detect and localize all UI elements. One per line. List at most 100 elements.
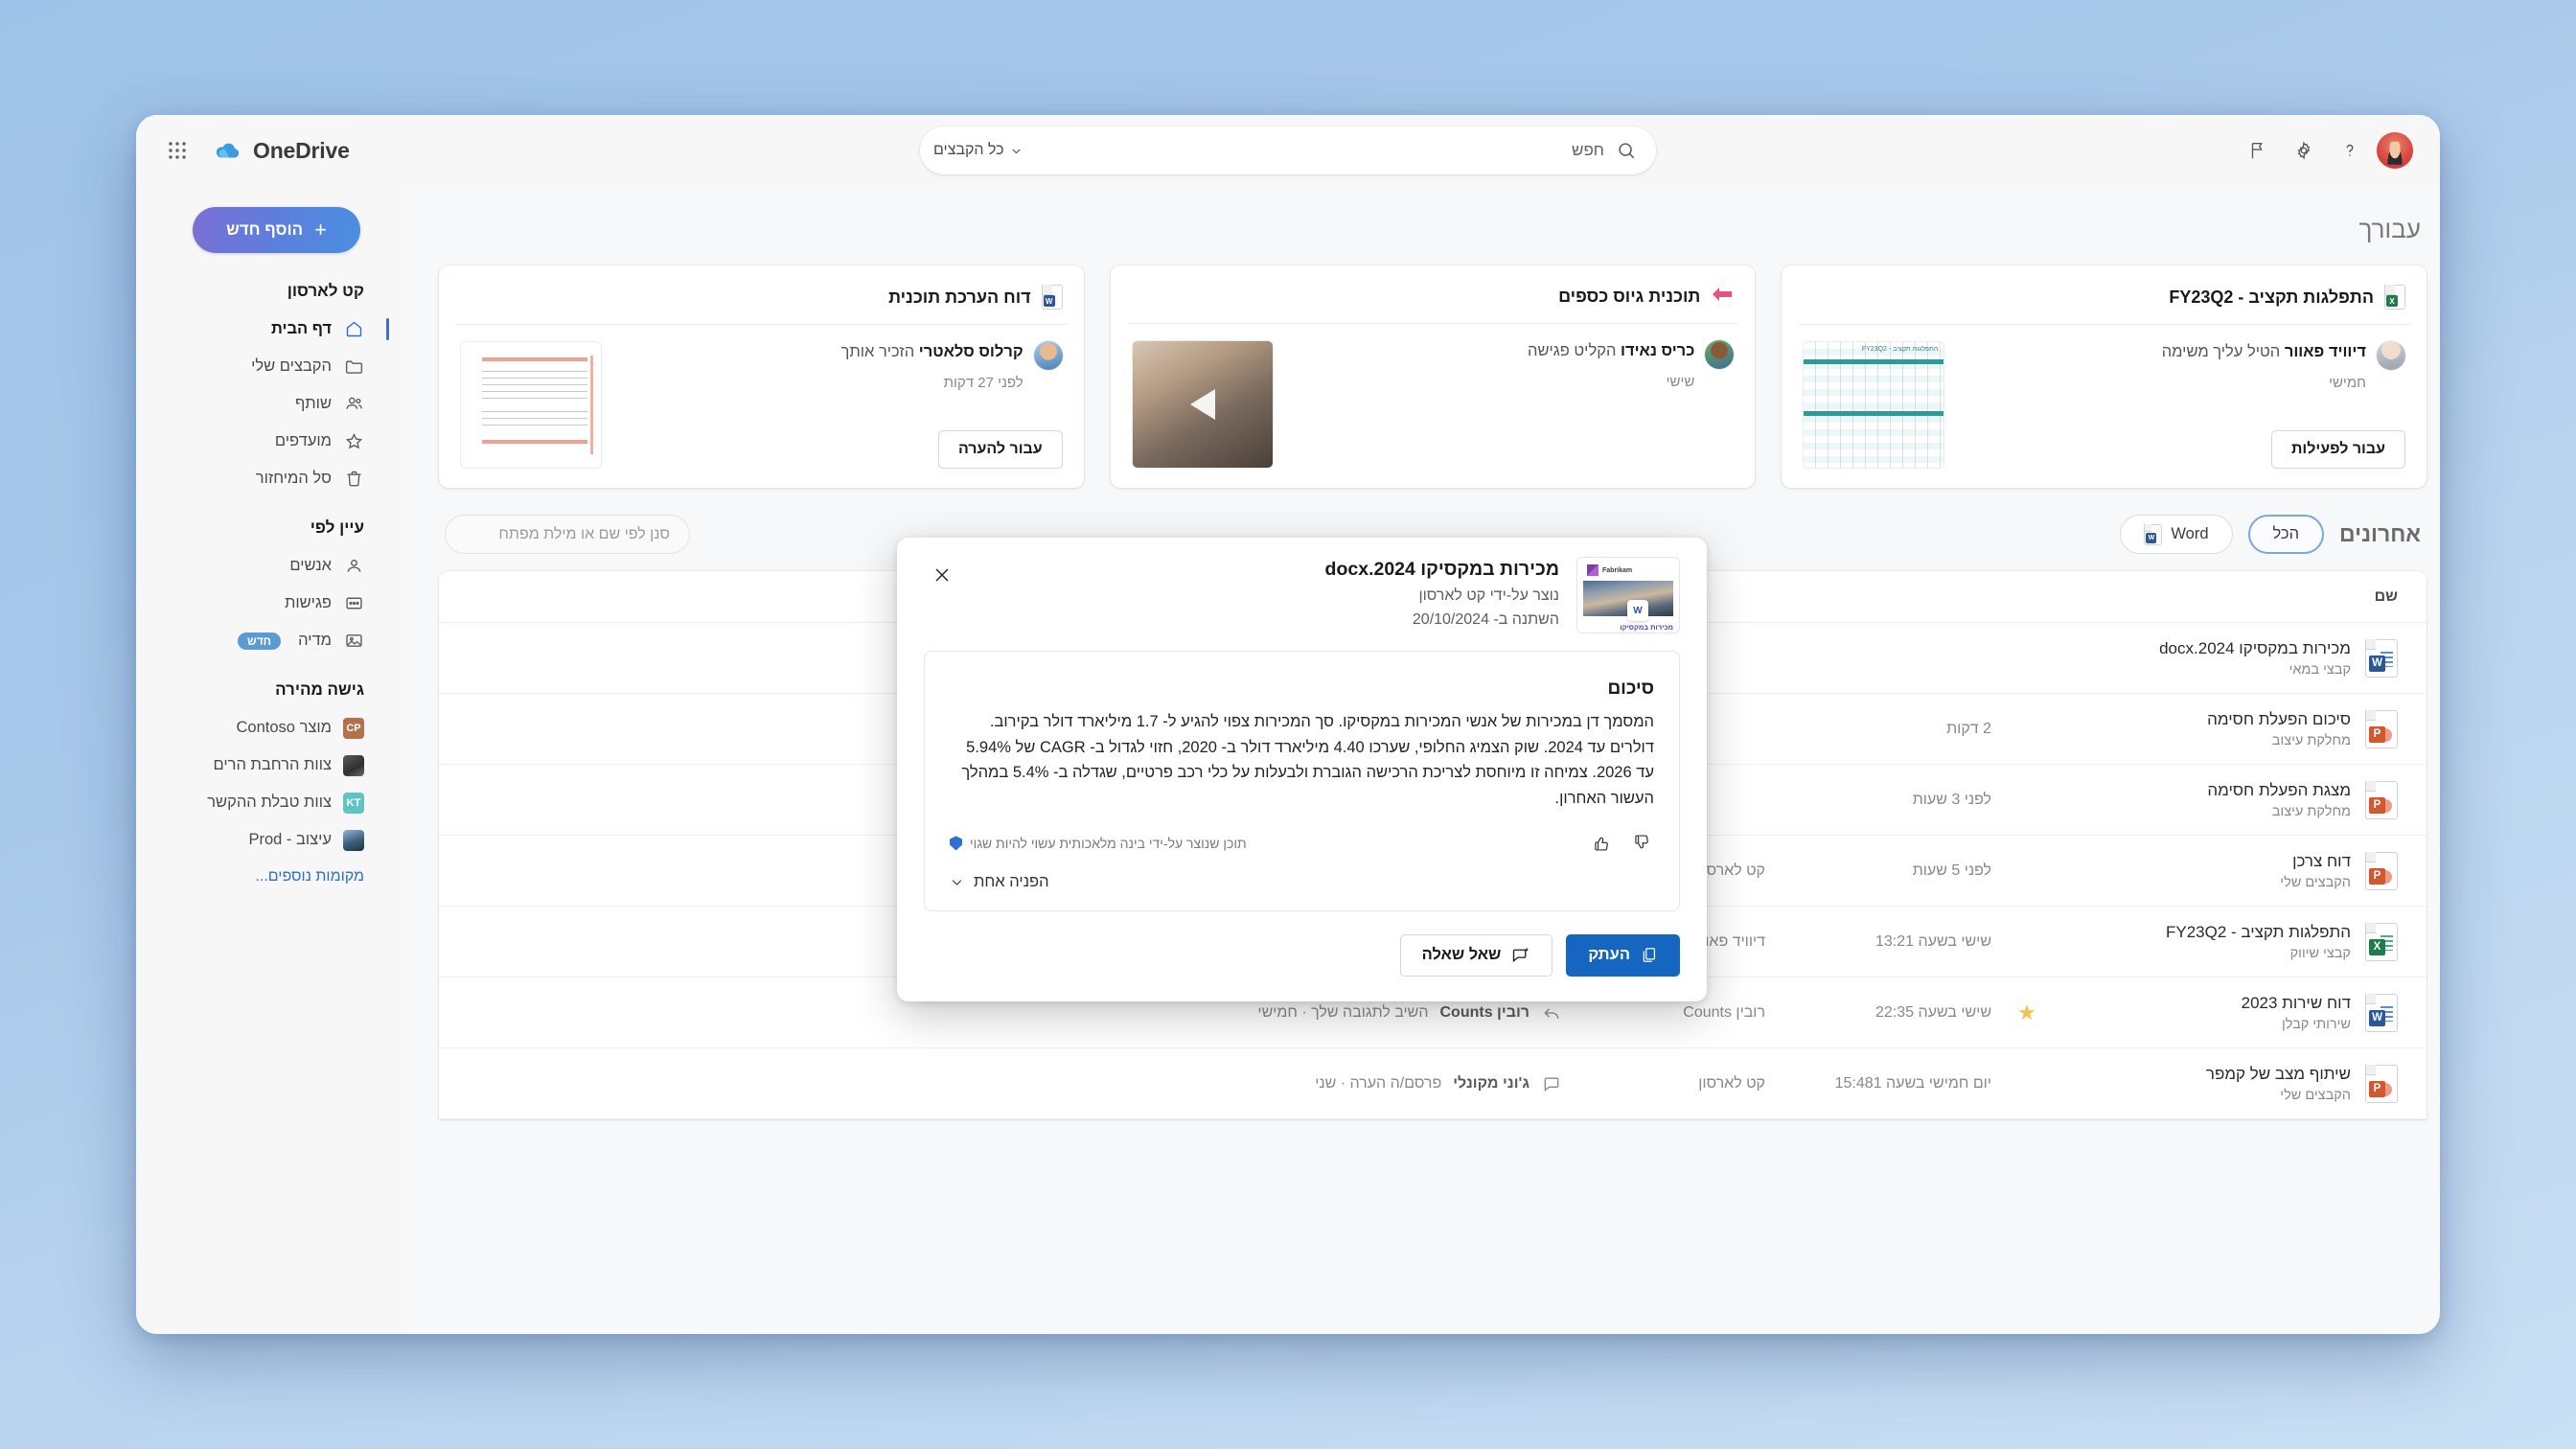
add-new-label: הוסף חדש (226, 220, 304, 239)
file-cell[interactable]: X התפלגות תקציב - FY23Q2 קבצי שיווק (2062, 922, 2398, 961)
search-icon (1616, 140, 1637, 161)
top-bar-left-controls (2239, 131, 2413, 170)
file-location: קבצי במאי (2288, 661, 2351, 678)
star-icon[interactable]: ★ (1991, 1000, 2062, 1025)
filter-input-wrapper[interactable] (445, 515, 690, 554)
gear-icon[interactable] (2285, 131, 2323, 170)
sidebar-item-media[interactable]: מדיה חדש (146, 622, 380, 659)
date-cell: לפני 3 שעות (1912, 791, 1991, 808)
ai-disclaimer: תוכן שנוצר על-ידי בינה מלאכותית עשוי להי… (950, 836, 1247, 851)
ask-label: שאל שאלה (1421, 946, 1502, 964)
site-tile-icon (343, 754, 364, 776)
card-body: דיוויד פאוור הטיל עליך משימה חמישי עבור … (1803, 325, 2405, 469)
file-name: התפלגות תקציב - FY23Q2 (2166, 923, 2351, 942)
sidebar-section-title: עיין לפי (310, 518, 364, 537)
column-header-name[interactable]: שם (2062, 588, 2398, 606)
play-icon[interactable] (1189, 389, 1215, 420)
file-thumbnail: Fabrikam W מכירות במקסיקו (1576, 557, 1680, 633)
thumbs-down-icon[interactable] (1629, 831, 1654, 856)
sidebar-item-people[interactable]: אנשים (146, 547, 380, 585)
video-preview-thumbnail[interactable] (1131, 340, 1274, 469)
document-preview-thumbnail[interactable] (459, 341, 602, 469)
sidebar-item-label: עיצוב - Prod (248, 831, 332, 848)
file-cell[interactable]: P מצגת הפעלת חסימה מחלקת עיצוב (2062, 780, 2398, 819)
dialog-actions: העתק שאל שאלה (924, 933, 1680, 977)
file-name: מצגת הפעלת חסימה (2207, 781, 2351, 800)
file-location: הקבצים שלי (2280, 874, 2351, 890)
status-badge-new: חדש (238, 632, 282, 650)
search-scope-dropdown[interactable]: כל הקבצים (933, 142, 1023, 159)
sidebar-item-recycle-bin[interactable]: סל המיחזור (146, 460, 380, 497)
powerpoint-icon: P (2365, 709, 2398, 748)
card-program-evaluation-report[interactable]: W דוח הערכת תוכנית קרלוס סלאטרי הזכיר או… (438, 265, 1084, 488)
site-tile-icon: CP (343, 717, 364, 739)
sidebar-item-label: צוות טבלת ההקשר (207, 794, 332, 811)
avatar[interactable] (2377, 132, 2413, 169)
file-cell[interactable]: W דוח שירות 2023 שירותי קבלן (2062, 993, 2398, 1032)
trash-icon (343, 469, 364, 490)
sidebar-item-label: מוצר Contoso (236, 719, 332, 736)
search-bar[interactable]: כל הקבצים (920, 126, 1656, 174)
sidebar-item-home[interactable]: דף הבית (146, 310, 389, 348)
filter-chip-word[interactable]: Word W (2120, 515, 2233, 554)
card-budget-breakdown[interactable]: X התפלגות תקציב - FY23Q2 דיוויד פאוור הט… (1782, 265, 2426, 488)
folder-icon (343, 356, 364, 378)
ask-question-button[interactable]: שאל שאלה (1399, 933, 1553, 977)
references-toggle[interactable]: הפניה אחת (950, 873, 1654, 891)
word-icon: W (2365, 993, 2398, 1032)
shield-icon (950, 836, 962, 851)
owner-cell: קט לארסון (1698, 1074, 1765, 1092)
chevron-down-icon (1011, 148, 1021, 153)
sidebar-section-title: גישה מהירה (275, 680, 364, 699)
file-cell[interactable]: W מכירות במקסיקו 2024.docx קבצי במאי (2062, 638, 2398, 678)
filter-chip-all[interactable]: הכל (2247, 515, 2325, 554)
file-cell[interactable]: P סיכום הפעלת חסימה מחלקת עיצוב (2062, 709, 2398, 748)
table-row[interactable]: P שיתוף מצב של קמפר הקבצים שלי יום חמישי… (439, 1048, 2426, 1119)
card-action: הקליט פגישה (1528, 342, 1617, 359)
card-title: תוכנית גיוס כספים (1558, 287, 1701, 306)
brand-onedrive[interactable]: OneDrive (209, 138, 359, 164)
thumbs-up-icon[interactable] (1589, 831, 1614, 856)
sidebar-item-favorites[interactable]: מועדפים (146, 423, 380, 460)
sidebar-item-context-table-team[interactable]: KT צוות טבלת ההקשר (146, 784, 380, 821)
sidebar-item-contoso-product[interactable]: CP מוצר Contoso (146, 709, 380, 747)
help-icon[interactable] (2331, 131, 2369, 170)
card-actor: דיוויד פאוור (2284, 343, 2366, 360)
card-action: הזכיר אותך (840, 343, 915, 360)
sidebar-section-title: קט לארסון (287, 282, 364, 300)
card-cta-button[interactable]: עבור להערה (937, 430, 1063, 469)
sidebar-item-meetings[interactable]: פגישות (146, 585, 380, 622)
close-icon[interactable] (924, 557, 960, 593)
sidebar-item-design-prod[interactable]: עיצוב - Prod (146, 821, 380, 859)
file-cell[interactable]: P שיתוף מצב של קמפר הקבצים שלי (2062, 1064, 2398, 1103)
sidebar-item-mountain-expansion-team[interactable]: צוות הרחבת הרים (146, 747, 380, 784)
add-new-button[interactable]: + הוסף חדש (193, 207, 360, 253)
spreadsheet-preview-thumbnail[interactable]: התפלגות תקציב - FY23Q2 (1803, 341, 1945, 469)
fabrikam-mark-icon (1587, 564, 1598, 576)
sidebar-item-label: שותף (294, 395, 332, 412)
summary-panel: סיכום המסמך דן במכירות של אנשי המכירות ב… (924, 651, 1680, 911)
card-header: W דוח הערכת תוכנית (460, 281, 1063, 324)
file-cell[interactable]: P דוח צרכן הקבצים שלי (2062, 851, 2398, 890)
app-launcher-icon[interactable] (157, 130, 197, 171)
sidebar-item-my-files[interactable]: הקבצים שלי (146, 348, 380, 385)
file-location: שירותי קבלן (2281, 1016, 2351, 1032)
card-time: חמישי (2329, 375, 2366, 391)
sidebar-item-label: אנשים (289, 557, 332, 574)
file-name: דוח צרכן (2292, 852, 2351, 871)
search-input[interactable] (1022, 141, 1604, 160)
card-time: לפני 27 דקות (943, 375, 1024, 391)
recent-title: אחרונים (2339, 521, 2421, 546)
activity-text: פרסם/ה הערה · שני (1315, 1074, 1442, 1092)
filter-input[interactable] (465, 525, 670, 543)
card-cta-button[interactable]: עבור לפעילות (2270, 430, 2405, 469)
flag-icon[interactable] (2239, 131, 2277, 170)
card-fundraising-plan[interactable]: תוכנית גיוס כספים כריס נאידו הקליט פגישה (1110, 265, 1756, 488)
summary-footer: תוכן שנוצר על-ידי בינה מלאכותית עשוי להי… (950, 831, 1654, 856)
sidebar-section-browse-by: עיין לפי אנשים פגישות מדיה חדש (146, 518, 380, 659)
sidebar-item-shared[interactable]: שותף (146, 385, 380, 423)
excel-icon: X (2384, 285, 2405, 310)
ask-sparkle-icon (1513, 948, 1530, 963)
copy-button[interactable]: העתק (1566, 933, 1680, 977)
more-places-link[interactable]: מקומות נוספים... (146, 859, 380, 886)
